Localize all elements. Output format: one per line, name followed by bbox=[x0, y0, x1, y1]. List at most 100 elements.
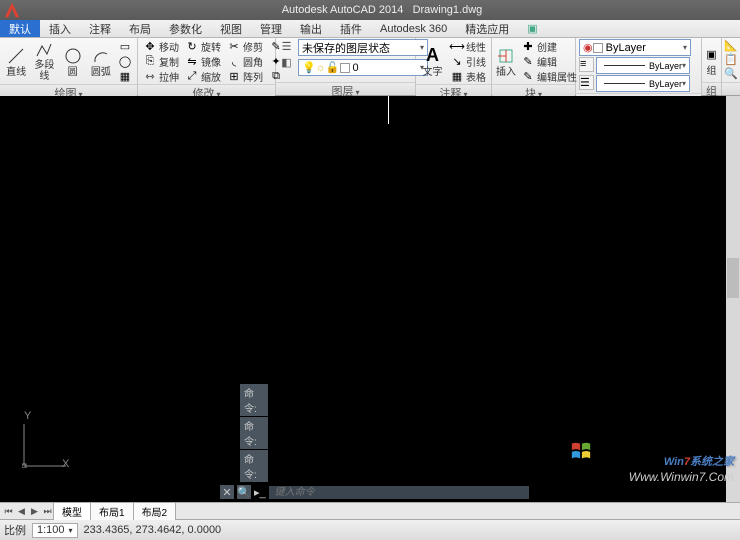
stretch-icon: ⇿ bbox=[143, 70, 157, 83]
scale-combo[interactable]: 1:100▾ bbox=[32, 523, 78, 538]
panel-util-title bbox=[722, 82, 740, 95]
panel-group-title[interactable]: 组 bbox=[702, 82, 721, 95]
scrollbar-vertical[interactable] bbox=[726, 96, 740, 502]
tab-view[interactable]: 视图 bbox=[211, 20, 251, 37]
tab-parametric[interactable]: 参数化 bbox=[160, 20, 211, 37]
panel-group: ▣ 组 组 bbox=[702, 38, 722, 95]
array-button[interactable]: ⊞阵列 bbox=[225, 69, 265, 83]
layer-iso-button[interactable]: ◧ bbox=[279, 55, 294, 70]
paste-icon: 📋 bbox=[724, 54, 738, 66]
match-prop-button[interactable]: ≡ bbox=[579, 57, 594, 72]
tab-model[interactable]: 模型 bbox=[53, 502, 91, 520]
edit-icon: ✎ bbox=[521, 55, 535, 68]
rotate-icon: ↻ bbox=[185, 40, 199, 53]
block-edit-button[interactable]: ✎编辑 bbox=[519, 54, 579, 68]
tab-plugins[interactable]: 插件 bbox=[331, 20, 371, 37]
drawing-canvas[interactable]: Y X 命令: 命令: 命令: ✕ 🔍 ▸_ Win7系统之家 Www.Winw… bbox=[0, 96, 740, 502]
text-button[interactable]: A 文字 bbox=[419, 40, 446, 82]
panel-utilities: 📐 📋 🔍 bbox=[722, 38, 740, 95]
list-prop-button[interactable]: ☰ bbox=[579, 75, 594, 90]
tab-annotate[interactable]: 注释 bbox=[80, 20, 120, 37]
util-1[interactable]: 📐 bbox=[724, 39, 738, 52]
hatch-icon: ▦ bbox=[118, 70, 132, 83]
block-create-button[interactable]: ✚创建 bbox=[519, 39, 579, 53]
layer-state-combo[interactable]: 未保存的图层状态▾ bbox=[298, 39, 428, 56]
tab-insert[interactable]: 插入 bbox=[40, 20, 80, 37]
arc-button[interactable]: 圆弧 bbox=[88, 40, 114, 82]
cmd-history-line: 命令: bbox=[240, 450, 268, 482]
cmd-close-button[interactable]: ✕ bbox=[220, 485, 234, 499]
layer-combo[interactable]: 💡 ☼ 🔓 0 ▾ bbox=[298, 59, 428, 76]
stretch-button[interactable]: ⇿拉伸 bbox=[141, 69, 181, 83]
tab-overflow-icon[interactable]: ▣ bbox=[518, 20, 546, 37]
group-button[interactable]: ▣ 组 bbox=[703, 39, 721, 81]
sun-icon: ☼ bbox=[316, 62, 326, 74]
copy-button[interactable]: ⎘复制 bbox=[141, 54, 181, 68]
scale-label: 比例 bbox=[4, 522, 26, 538]
tab-featured[interactable]: 精选应用 bbox=[456, 20, 518, 37]
coordinates: 233.4365, 273.4642, 0.0000 bbox=[84, 524, 222, 536]
linetype-combo[interactable]: ByLayer▾ bbox=[596, 75, 690, 92]
block-attr-button[interactable]: ✎编辑属性 bbox=[519, 69, 579, 83]
tab-nav-first[interactable]: ⏮ bbox=[2, 505, 15, 518]
lineweight-combo[interactable]: ByLayer▾ bbox=[596, 57, 690, 74]
polyline-button[interactable]: 多段线 bbox=[31, 40, 57, 82]
dimlinear-button[interactable]: ⟷线性 bbox=[448, 39, 488, 53]
tab-default[interactable]: 默认 bbox=[0, 20, 40, 37]
scale-button[interactable]: ⤢缩放 bbox=[183, 69, 223, 83]
line-button[interactable]: 直线 bbox=[3, 40, 29, 82]
mirror-button[interactable]: ⇋镜像 bbox=[183, 54, 223, 68]
tab-layout[interactable]: 布局 bbox=[120, 20, 160, 37]
array-icon: ⊞ bbox=[227, 70, 241, 83]
panel-layer-title[interactable]: 图层▾ bbox=[276, 82, 415, 95]
list-icon: ☰ bbox=[580, 77, 590, 89]
layer-color-swatch bbox=[340, 63, 350, 73]
status-bar: 比例 1:100▾ 233.4365, 273.4642, 0.0000 bbox=[0, 519, 740, 540]
layers-icon: ☰ bbox=[282, 40, 292, 53]
fillet-button[interactable]: ◟圆角 bbox=[225, 54, 265, 68]
app-logo-icon[interactable] bbox=[0, 0, 24, 20]
command-input[interactable] bbox=[269, 486, 529, 499]
layout-tabs: ⏮ ◀ ▶ ⏭ 模型 布局1 布局2 bbox=[0, 502, 740, 519]
cmd-prompt-icon: ▸_ bbox=[254, 486, 266, 499]
leader-button[interactable]: ↘引线 bbox=[448, 54, 488, 68]
color-combo[interactable]: ◉ ByLayer▾ bbox=[579, 39, 691, 56]
create-icon: ✚ bbox=[521, 40, 535, 53]
crosshair-icon bbox=[388, 96, 389, 124]
text-icon: A bbox=[422, 45, 444, 67]
tab-output[interactable]: 输出 bbox=[291, 20, 331, 37]
rotate-button[interactable]: ↻旋转 bbox=[183, 39, 223, 53]
tab-nav-next[interactable]: ▶ bbox=[28, 505, 41, 518]
insert-icon bbox=[495, 45, 517, 67]
panel-properties: ◉ ByLayer▾ ≡ ByLayer▾ ☰ ByLayer▾ 特性▾ bbox=[576, 38, 702, 95]
panel-modify: ✥移动 ⎘复制 ⇿拉伸 ↻旋转 ⇋镜像 ⤢缩放 ✂修剪 ◟圆角 ⊞阵列 ✎ ✦ … bbox=[138, 38, 276, 95]
draw-extra-3[interactable]: ▦ bbox=[116, 69, 134, 83]
find-icon: 🔍 bbox=[724, 68, 738, 80]
ellipse-icon: ◯ bbox=[118, 55, 132, 68]
circle-button[interactable]: 圆 bbox=[60, 40, 86, 82]
table-button[interactable]: ▦表格 bbox=[448, 69, 488, 83]
cmd-search-icon: 🔍 bbox=[237, 485, 251, 499]
tab-layout1[interactable]: 布局1 bbox=[90, 502, 134, 520]
layer-props-button[interactable]: ☰ bbox=[279, 39, 294, 54]
util-2[interactable]: 📋 bbox=[724, 53, 738, 66]
draw-extra-1[interactable]: ▭ bbox=[116, 39, 134, 53]
trim-button[interactable]: ✂修剪 bbox=[225, 39, 265, 53]
tab-manage[interactable]: 管理 bbox=[251, 20, 291, 37]
attr-icon: ✎ bbox=[521, 70, 535, 83]
util-3[interactable]: 🔍 bbox=[724, 67, 738, 80]
insert-block-button[interactable]: 插入 bbox=[495, 40, 517, 82]
tab-nav-prev[interactable]: ◀ bbox=[15, 505, 28, 518]
rect-icon: ▭ bbox=[118, 40, 132, 53]
ribbon-tabs: 默认 插入 注释 布局 参数化 视图 管理 输出 插件 Autodesk 360… bbox=[0, 20, 740, 38]
windows-logo-icon bbox=[568, 440, 594, 462]
measure-icon: 📐 bbox=[724, 40, 738, 52]
move-button[interactable]: ✥移动 bbox=[141, 39, 181, 53]
scroll-thumb-v[interactable] bbox=[727, 258, 739, 298]
tab-autodesk360[interactable]: Autodesk 360 bbox=[371, 20, 456, 37]
tab-layout2[interactable]: 布局2 bbox=[133, 502, 177, 520]
draw-extra-2[interactable]: ◯ bbox=[116, 54, 134, 68]
ucs-y-label: Y bbox=[24, 410, 31, 422]
fillet-icon: ◟ bbox=[227, 55, 241, 68]
iso-icon: ◧ bbox=[281, 56, 291, 69]
